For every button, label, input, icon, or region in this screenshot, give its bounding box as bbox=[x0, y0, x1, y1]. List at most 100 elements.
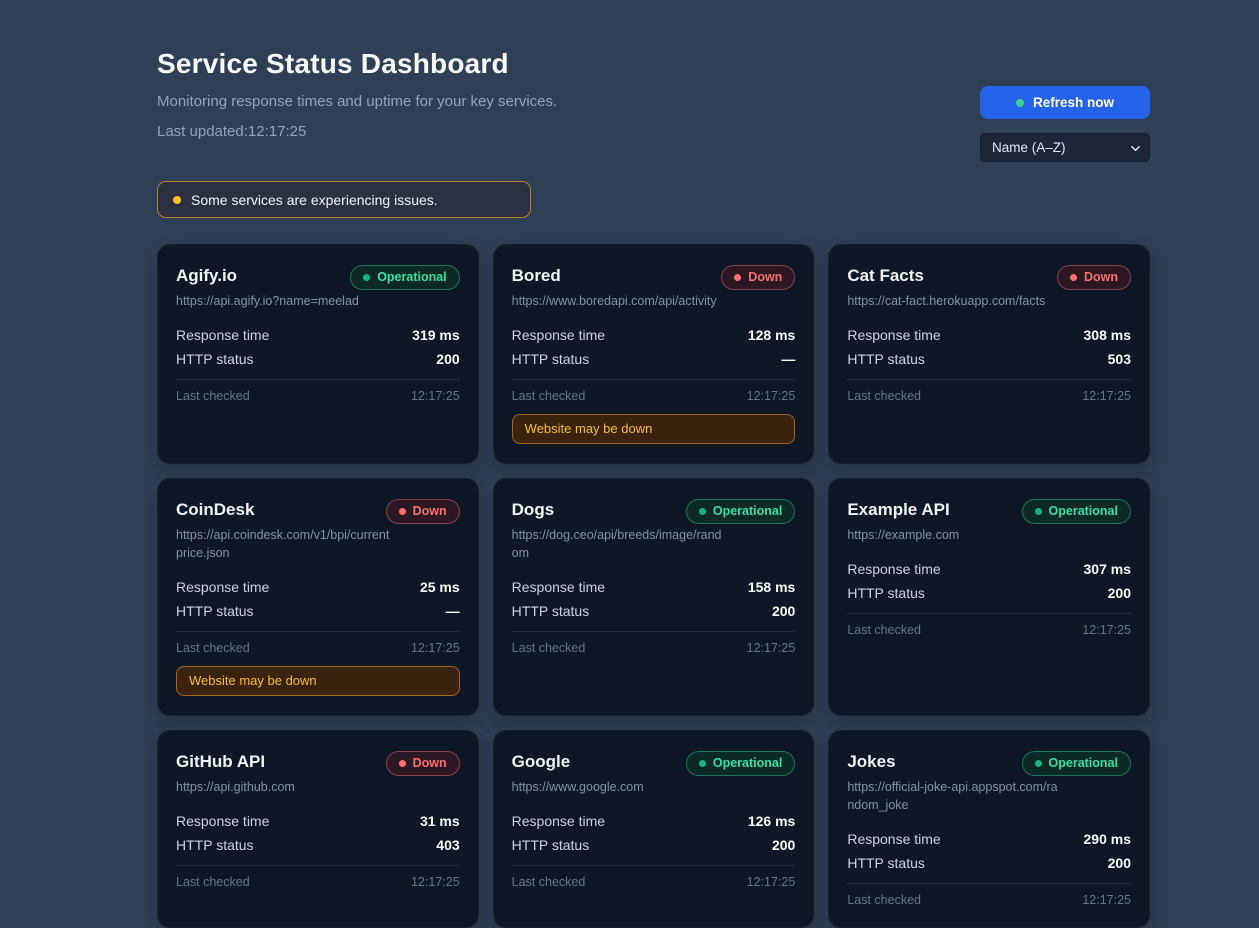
service-card: CoinDesk Down https://api.coindesk.com/v… bbox=[157, 478, 479, 716]
response-time-value: 319 ms bbox=[412, 323, 459, 347]
http-status-label: HTTP status bbox=[847, 581, 925, 605]
last-checked-value: 12:17:25 bbox=[747, 388, 796, 404]
http-status-label: HTTP status bbox=[512, 599, 590, 623]
status-label: Operational bbox=[1049, 504, 1118, 519]
last-checked-row: Last checked 12:17:25 bbox=[512, 380, 796, 404]
service-metrics: Response time 25 ms HTTP status — bbox=[176, 575, 460, 623]
service-url: https://example.com bbox=[847, 526, 1062, 544]
response-time-row: Response time 307 ms bbox=[847, 557, 1131, 581]
header: Service Status Dashboard Monitoring resp… bbox=[157, 48, 1150, 162]
response-time-value: 128 ms bbox=[748, 323, 795, 347]
response-time-value: 126 ms bbox=[748, 809, 795, 833]
http-status-value: — bbox=[781, 347, 795, 371]
http-status-row: HTTP status 200 bbox=[176, 347, 460, 371]
last-checked-row: Last checked 12:17:25 bbox=[512, 632, 796, 656]
refresh-button-label: Refresh now bbox=[1033, 95, 1114, 110]
header-text: Service Status Dashboard Monitoring resp… bbox=[157, 48, 557, 140]
response-time-label: Response time bbox=[847, 557, 940, 581]
http-status-row: HTTP status — bbox=[176, 599, 460, 623]
service-name: Jokes bbox=[847, 750, 895, 774]
status-dot-icon bbox=[1070, 274, 1077, 281]
last-checked-value: 12:17:25 bbox=[747, 640, 796, 656]
last-checked-value: 12:17:25 bbox=[1082, 622, 1131, 638]
response-time-label: Response time bbox=[847, 827, 940, 851]
service-name: Dogs bbox=[512, 498, 555, 522]
service-card: GitHub API Down https://api.github.com R… bbox=[157, 730, 479, 928]
response-time-row: Response time 25 ms bbox=[176, 575, 460, 599]
alert-banner: Some services are experiencing issues. bbox=[157, 181, 531, 218]
response-time-row: Response time 308 ms bbox=[847, 323, 1131, 347]
last-checked-value: 12:17:25 bbox=[411, 388, 460, 404]
http-status-row: HTTP status — bbox=[512, 347, 796, 371]
service-card-header: Example API Operational bbox=[847, 498, 1131, 524]
http-status-value: — bbox=[446, 599, 460, 623]
http-status-label: HTTP status bbox=[176, 833, 254, 857]
last-checked-label: Last checked bbox=[176, 388, 250, 404]
service-url: https://dog.ceo/api/breeds/image/random bbox=[512, 526, 727, 562]
service-metrics: Response time 31 ms HTTP status 403 bbox=[176, 809, 460, 857]
service-card-header: Bored Down bbox=[512, 264, 796, 290]
status-badge: Down bbox=[721, 265, 795, 290]
status-label: Operational bbox=[1049, 756, 1118, 771]
response-time-value: 290 ms bbox=[1084, 827, 1131, 851]
service-name: Cat Facts bbox=[847, 264, 924, 288]
http-status-value: 200 bbox=[1108, 851, 1131, 875]
http-status-row: HTTP status 200 bbox=[512, 833, 796, 857]
service-card-header: Cat Facts Down bbox=[847, 264, 1131, 290]
status-label: Down bbox=[1084, 270, 1118, 285]
service-card-header: Google Operational bbox=[512, 750, 796, 776]
status-badge: Operational bbox=[1022, 751, 1131, 776]
service-card: Jokes Operational https://official-joke-… bbox=[828, 730, 1150, 928]
service-card: Dogs Operational https://dog.ceo/api/bre… bbox=[493, 478, 815, 716]
service-warning: Website may be down bbox=[512, 414, 796, 444]
status-dot-icon bbox=[734, 274, 741, 281]
response-time-row: Response time 31 ms bbox=[176, 809, 460, 833]
service-name: Bored bbox=[512, 264, 561, 288]
dashboard: Service Status Dashboard Monitoring resp… bbox=[0, 0, 1259, 928]
http-status-label: HTTP status bbox=[176, 347, 254, 371]
http-status-row: HTTP status 200 bbox=[512, 599, 796, 623]
last-checked-label: Last checked bbox=[512, 874, 586, 890]
page-subtitle: Monitoring response times and uptime for… bbox=[157, 93, 557, 110]
response-time-value: 158 ms bbox=[748, 575, 795, 599]
service-card-header: GitHub API Down bbox=[176, 750, 460, 776]
service-metrics: Response time 128 ms HTTP status — bbox=[512, 323, 796, 371]
service-url: https://official-joke-api.appspot.com/ra… bbox=[847, 778, 1062, 814]
http-status-label: HTTP status bbox=[176, 599, 254, 623]
service-url: https://www.google.com bbox=[512, 778, 727, 796]
service-url: https://api.agify.io?name=meelad bbox=[176, 292, 391, 310]
http-status-row: HTTP status 403 bbox=[176, 833, 460, 857]
service-warning: Website may be down bbox=[176, 666, 460, 696]
response-time-value: 31 ms bbox=[420, 809, 460, 833]
refresh-button[interactable]: Refresh now bbox=[980, 86, 1150, 119]
service-card-header: Jokes Operational bbox=[847, 750, 1131, 776]
response-time-row: Response time 290 ms bbox=[847, 827, 1131, 851]
response-time-value: 25 ms bbox=[420, 575, 460, 599]
service-metrics: Response time 290 ms HTTP status 200 bbox=[847, 827, 1131, 875]
status-badge: Down bbox=[1057, 265, 1131, 290]
last-checked-label: Last checked bbox=[847, 622, 921, 638]
last-checked-label: Last checked bbox=[847, 892, 921, 908]
service-card: Agify.io Operational https://api.agify.i… bbox=[157, 244, 479, 464]
response-time-row: Response time 128 ms bbox=[512, 323, 796, 347]
status-label: Down bbox=[413, 756, 447, 771]
service-name: Agify.io bbox=[176, 264, 237, 288]
status-dot-icon bbox=[1035, 760, 1042, 767]
sort-select[interactable]: Name (A–Z) bbox=[980, 133, 1150, 162]
alert-dot-icon bbox=[173, 196, 181, 204]
response-time-label: Response time bbox=[512, 323, 605, 347]
http-status-label: HTTP status bbox=[847, 851, 925, 875]
service-url: https://api.github.com bbox=[176, 778, 391, 796]
http-status-row: HTTP status 200 bbox=[847, 851, 1131, 875]
service-card: Bored Down https://www.boredapi.com/api/… bbox=[493, 244, 815, 464]
service-name: GitHub API bbox=[176, 750, 265, 774]
refresh-status-dot-icon bbox=[1016, 99, 1024, 107]
last-checked-row: Last checked 12:17:25 bbox=[512, 866, 796, 890]
service-card-header: Agify.io Operational bbox=[176, 264, 460, 290]
response-time-label: Response time bbox=[176, 323, 269, 347]
last-checked-value: 12:17:25 bbox=[1082, 892, 1131, 908]
service-metrics: Response time 308 ms HTTP status 503 bbox=[847, 323, 1131, 371]
status-badge: Operational bbox=[686, 499, 795, 524]
response-time-row: Response time 158 ms bbox=[512, 575, 796, 599]
service-metrics: Response time 158 ms HTTP status 200 bbox=[512, 575, 796, 623]
